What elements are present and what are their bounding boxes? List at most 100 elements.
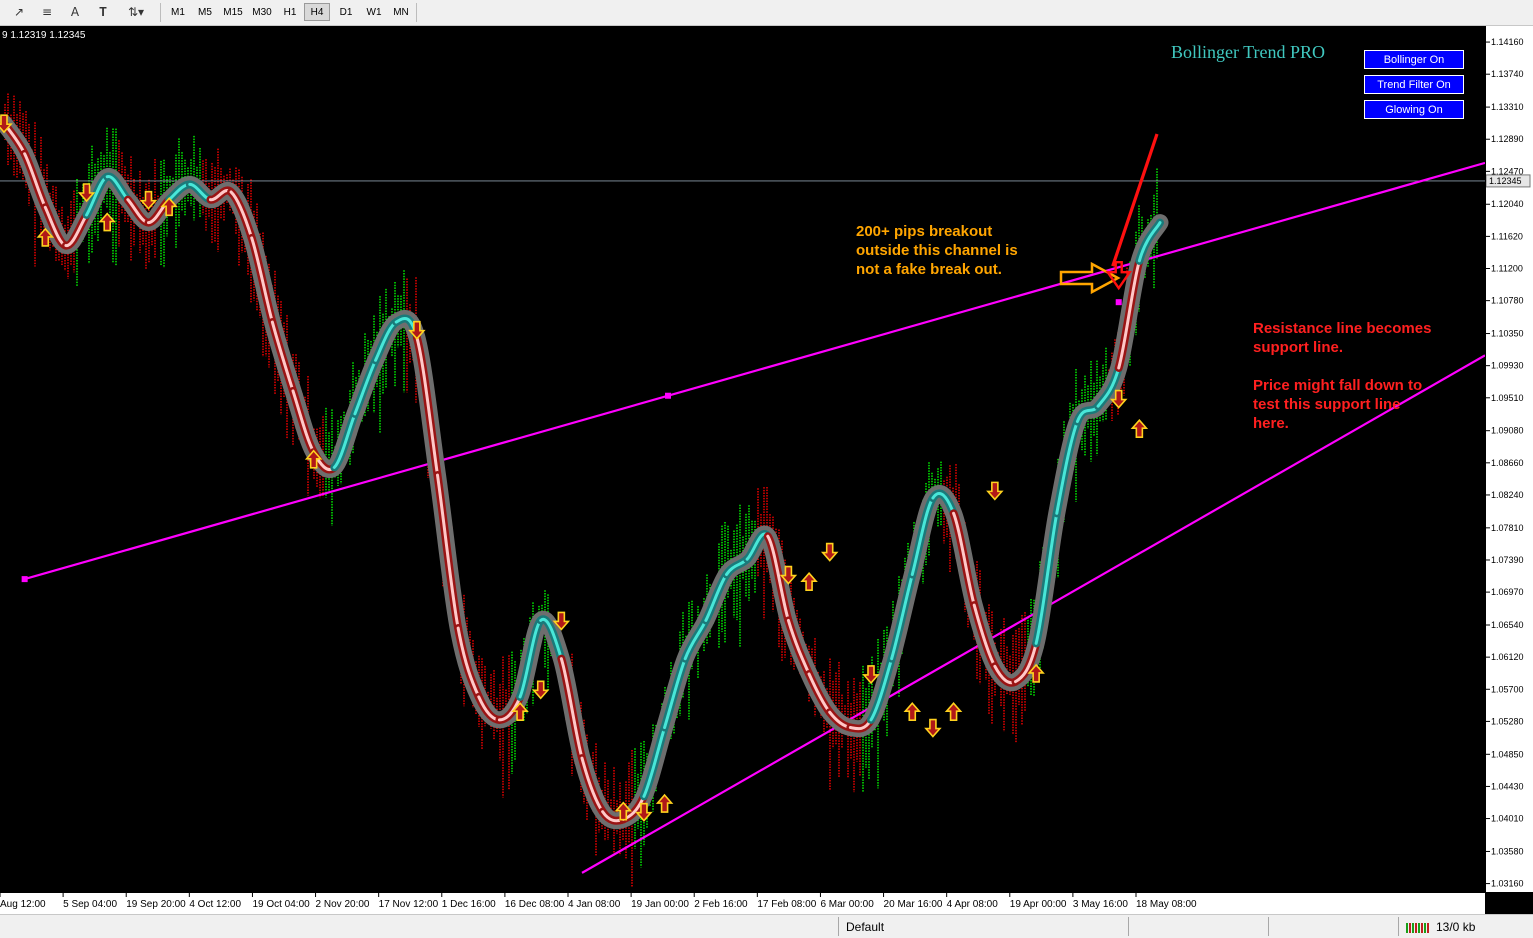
time-tick-label: 1 Dec 16:00 <box>442 899 496 910</box>
price-tick-label: 1.11200 <box>1491 264 1523 274</box>
support-note-line: here. <box>1253 415 1289 432</box>
price-tick-label: 1.09080 <box>1491 426 1524 436</box>
support-note-line: Price might fall down to <box>1253 377 1423 394</box>
buy-signal-arrow <box>1130 418 1149 438</box>
channel-anchor <box>665 392 671 399</box>
price-tick-label: 1.12040 <box>1491 199 1524 209</box>
chart-area[interactable] <box>0 26 1485 892</box>
status-bar: Default 13/0 kb <box>0 914 1533 938</box>
price-tick-label: 1.06120 <box>1491 652 1524 662</box>
price-tick-label: 1.10780 <box>1491 296 1524 306</box>
arrows-icon[interactable]: ⇅▾ <box>120 3 152 21</box>
price-tick-label: 1.05280 <box>1491 716 1524 726</box>
price-tick-label: 1.04850 <box>1491 749 1524 759</box>
price-tick-label: 1.05700 <box>1491 684 1524 694</box>
indicator-title: Bollinger Trend PRO <box>1171 42 1326 62</box>
time-tick-label: 18 May 08:00 <box>1136 899 1197 910</box>
objects-icon[interactable]: ≡ <box>36 3 58 21</box>
price-tick-label: 1.07810 <box>1491 523 1524 533</box>
time-tick-label: 4 Jan 08:00 <box>568 899 621 910</box>
time-tick-label: 3 May 16:00 <box>1073 899 1128 910</box>
timeframe-mn[interactable]: MN <box>388 3 414 21</box>
time-tick-label: 2 Feb 16:00 <box>694 899 748 910</box>
price-tick-label: 1.13740 <box>1491 69 1524 79</box>
support-note-line <box>1253 357 1431 376</box>
timeframe-m15[interactable]: M15 <box>219 3 247 21</box>
time-tick-label: 16 Dec 08:00 <box>505 899 565 910</box>
time-tick-label: 19 Apr 00:00 <box>1010 899 1067 910</box>
price-tick-label: 1.09930 <box>1491 361 1524 371</box>
sell-signal-arrow <box>820 542 839 562</box>
breakout-note: 200+ pips breakout outside this channel … <box>856 222 1018 279</box>
timeframe-h1[interactable]: H1 <box>277 3 303 21</box>
support-note: Resistance line becomes support line. Pr… <box>1253 319 1431 433</box>
sell-signal-arrow <box>531 680 550 700</box>
timeframe-d1[interactable]: D1 <box>333 3 359 21</box>
support-note-line: test this support line <box>1253 396 1401 413</box>
breakout-note-line: outside this channel is <box>856 242 1018 259</box>
price-tick-label: 1.03580 <box>1491 846 1524 856</box>
support-note-line: Resistance line becomes <box>1253 320 1432 337</box>
profile-name: Default <box>846 919 885 934</box>
time-tick-label: 20 Mar 16:00 <box>884 899 943 910</box>
glowing-toggle-button[interactable]: Glowing On <box>1364 100 1464 119</box>
traffic-counter: 13/0 kb <box>1436 919 1476 934</box>
time-tick-label: 4 Apr 08:00 <box>947 899 999 910</box>
price-tick-label: 1.04430 <box>1491 781 1524 791</box>
buy-signal-arrow <box>903 702 922 722</box>
price-tick-label: 1.14160 <box>1491 37 1524 47</box>
price-axis[interactable]: 1.14160 1.13740 1.13310 1.12890 1.12470 1.120… <box>1485 26 1533 892</box>
price-tick-label: 1.06540 <box>1491 620 1524 630</box>
price-tick-label: 1.08660 <box>1491 458 1524 468</box>
price-tick-label: 1.13310 <box>1491 102 1524 112</box>
time-tick-label: 6 Mar 00:00 <box>820 899 874 910</box>
time-tick-label: 5 Sep 04:00 <box>63 899 117 910</box>
price-tick-label: 1.07390 <box>1491 555 1524 565</box>
price-tick-label: 1.06970 <box>1491 587 1524 597</box>
timeframe-m5[interactable]: M5 <box>192 3 218 21</box>
chart-plot <box>0 93 1485 888</box>
price-tick-label: 1.08240 <box>1491 490 1524 500</box>
time-tick-label: 19 Oct 04:00 <box>252 899 310 910</box>
price-tick-label: 1.09510 <box>1491 393 1524 403</box>
time-tick-label: 4 Oct 12:00 <box>189 899 241 910</box>
breakout-note-line: not a fake break out. <box>856 261 1002 278</box>
sell-signal-arrow <box>924 718 942 738</box>
price-tick-label: 1.10350 <box>1491 329 1524 339</box>
time-tick-label: Aug 12:00 <box>0 899 46 910</box>
breakout-arrow <box>1059 261 1121 295</box>
timeframe-m30[interactable]: M30 <box>248 3 276 21</box>
buy-signal-arrow <box>98 212 116 232</box>
time-tick-label: 19 Jan 00:00 <box>631 899 689 910</box>
time-axis[interactable]: Aug 12:00 5 Sep 04:00 19 Sep 20:00 4 Oct 12… <box>0 892 1485 914</box>
timeframe-w1[interactable]: W1 <box>361 3 387 21</box>
text-icon[interactable]: A <box>64 3 86 21</box>
time-tick-label: 2 Nov 20:00 <box>316 899 370 910</box>
channel-anchor <box>21 576 28 583</box>
breakout-note-line: 200+ pips breakout <box>856 223 993 240</box>
buy-signal-arrow <box>655 793 674 813</box>
bollinger-toggle-button[interactable]: Bollinger On <box>1364 50 1464 69</box>
connection-icon <box>1406 918 1432 935</box>
buy-signal-arrow <box>944 702 963 722</box>
price-tick-label: 1.12890 <box>1491 134 1524 144</box>
price-tick-label: 1.11620 <box>1491 231 1523 241</box>
target-anchor <box>1115 299 1122 306</box>
price-tick-label: 1.04010 <box>1491 814 1524 824</box>
time-tick-label: 17 Nov 12:00 <box>379 899 439 910</box>
toolbar: ↗ ≡ A 𝐓 ⇅▾ M1 M5 M15 M30 H1 H4 D1 W1 MN <box>0 0 1533 26</box>
timeframe-m1[interactable]: M1 <box>165 3 191 21</box>
indicators-icon[interactable]: ↗ <box>8 3 30 21</box>
text-label-icon[interactable]: 𝐓 <box>92 3 114 21</box>
buy-signal-arrow <box>800 571 818 591</box>
price-tick-label: 1.03160 <box>1491 879 1524 889</box>
current-price-label: 1.12345 <box>1489 176 1522 186</box>
time-tick-label: 17 Feb 08:00 <box>757 899 816 910</box>
time-tick-label: 19 Sep 20:00 <box>126 899 186 910</box>
price-quote: 9 1.12319 1.12345 <box>2 30 86 41</box>
timeframe-h4[interactable]: H4 <box>304 3 330 21</box>
support-note-line: support line. <box>1253 339 1343 356</box>
trend-filter-toggle-button[interactable]: Trend Filter On <box>1364 75 1464 94</box>
sell-signal-arrow <box>862 665 880 685</box>
sell-signal-arrow <box>986 481 1004 501</box>
